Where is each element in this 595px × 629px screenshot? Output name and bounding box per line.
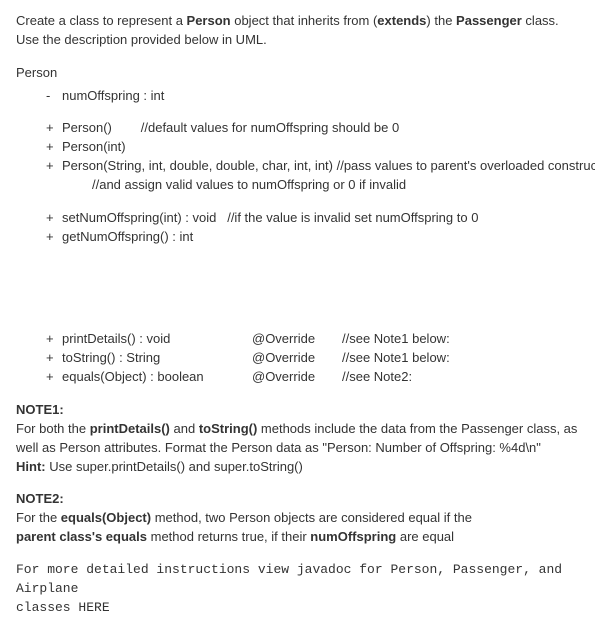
visibility-bullet: + (46, 368, 62, 387)
method-note: //see Note2: (342, 368, 412, 387)
method-signature: setNumOffspring(int) : void //if the val… (62, 209, 478, 228)
visibility-bullet: + (46, 209, 62, 228)
intro-text: object that inherits from ( (231, 13, 378, 28)
intro-text: Create a class to represent a (16, 13, 187, 28)
uml-class-name: Person (16, 64, 579, 83)
ctor-continuation-comment: //and assign valid values to numOffsprin… (46, 176, 579, 195)
intro-bold-extends: extends (377, 13, 426, 28)
visibility-bullet: + (46, 138, 62, 157)
override-annotation: @Override (252, 368, 342, 387)
footer-instructions: For more detailed instructions view java… (16, 561, 579, 618)
intro-paragraph: Create a class to represent a Person obj… (16, 12, 579, 50)
intro-text: class. (522, 13, 559, 28)
note1-body: For both the printDetails() and toString… (16, 420, 579, 477)
method-note: //see Note1 below: (342, 349, 450, 368)
note2-heading: NOTE2: (16, 490, 579, 509)
note1-heading: NOTE1: (16, 401, 579, 420)
visibility-bullet: + (46, 349, 62, 368)
visibility-bullet: - (46, 87, 62, 106)
method-signature: getNumOffspring() : int (62, 228, 193, 247)
method-signature: printDetails() : void (62, 330, 252, 349)
intro-bold-passenger: Passenger (456, 13, 522, 28)
visibility-bullet: + (46, 119, 62, 138)
field-signature: numOffspring : int (62, 87, 164, 106)
uml-fields: - numOffspring : int (16, 87, 579, 106)
intro-line2: Use the description provided below in UM… (16, 32, 267, 47)
ctor-signature: Person() //default values for numOffspri… (62, 119, 399, 138)
method-note: //see Note1 below: (342, 330, 450, 349)
ctor-signature: Person(int) (62, 138, 126, 157)
method-signature: toString() : String (62, 349, 252, 368)
note2-body: For the equals(Object) method, two Perso… (16, 509, 579, 547)
visibility-bullet: + (46, 228, 62, 247)
override-annotation: @Override (252, 349, 342, 368)
footer-line2a: classes (16, 600, 78, 615)
footer-line1: For more detailed instructions view java… (16, 562, 562, 596)
uml-constructors: + Person() //default values for numOffsp… (16, 119, 579, 194)
override-annotation: @Override (252, 330, 342, 349)
visibility-bullet: + (46, 157, 62, 176)
visibility-bullet: + (46, 330, 62, 349)
uml-accessors: + setNumOffspring(int) : void //if the v… (16, 209, 579, 247)
intro-text: ) the (426, 13, 456, 28)
footer-here-link[interactable]: HERE (78, 600, 109, 615)
ctor-signature: Person(String, int, double, double, char… (62, 157, 595, 176)
intro-bold-person: Person (187, 13, 231, 28)
method-signature: equals(Object) : boolean (62, 368, 252, 387)
uml-overrides: + printDetails() : void @Override //see … (16, 330, 579, 387)
